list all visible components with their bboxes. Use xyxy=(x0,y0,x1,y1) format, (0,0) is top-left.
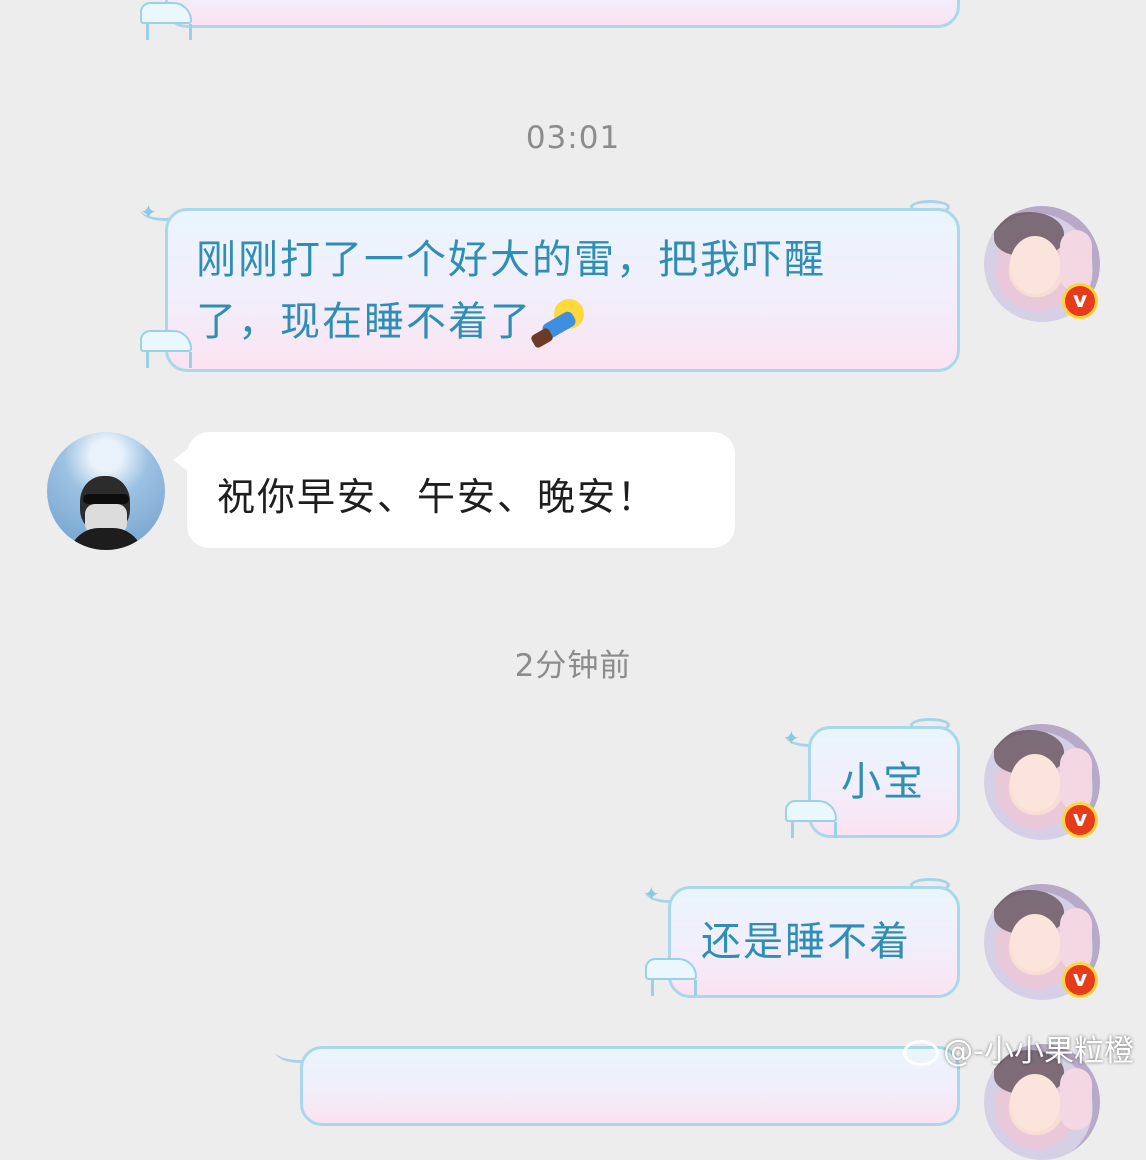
avatar[interactable] xyxy=(47,432,165,550)
partial-message-bubble-top[interactable] xyxy=(165,0,960,28)
partial-message-bubble-bottom[interactable] xyxy=(300,1046,960,1126)
person-lying-down-emoji-icon xyxy=(529,299,588,350)
piano-decoration-icon xyxy=(140,2,194,42)
message-bubble[interactable]: 还是睡不着 xyxy=(668,886,960,998)
message-bubble[interactable]: 祝你早安、午安、晚安！ xyxy=(187,432,735,548)
piano-decoration-icon xyxy=(645,958,699,998)
message-text: 祝你早安、午安、晚安！ xyxy=(217,475,658,519)
message-text: 刚刚打了一个好大的雷，把我吓醒 xyxy=(196,237,826,283)
sparkle-icon: ✦ xyxy=(140,200,157,224)
message-bubble[interactable]: 刚刚打了一个好大的雷，把我吓醒 了，现在睡不着了 xyxy=(165,208,960,372)
message-text: 了，现在睡不着了 xyxy=(196,291,929,353)
piano-decoration-icon xyxy=(140,330,194,370)
piano-decoration-icon xyxy=(785,800,839,840)
verified-badge-icon: v xyxy=(1062,802,1098,838)
weibo-logo-icon xyxy=(903,1039,940,1066)
sparkle-icon: ✦ xyxy=(643,882,660,906)
sparkle-icon: ✦ xyxy=(783,726,800,750)
timestamp: 2分钟前 xyxy=(514,648,632,684)
watermark: @-小小果粒橙 xyxy=(903,1026,1134,1070)
verified-badge-icon: v xyxy=(1062,283,1098,319)
verified-badge-icon: v xyxy=(1062,962,1098,998)
timestamp: 03:01 xyxy=(525,120,621,156)
message-text: 还是睡不着 xyxy=(701,919,911,965)
message-text: 小宝 xyxy=(841,759,925,805)
